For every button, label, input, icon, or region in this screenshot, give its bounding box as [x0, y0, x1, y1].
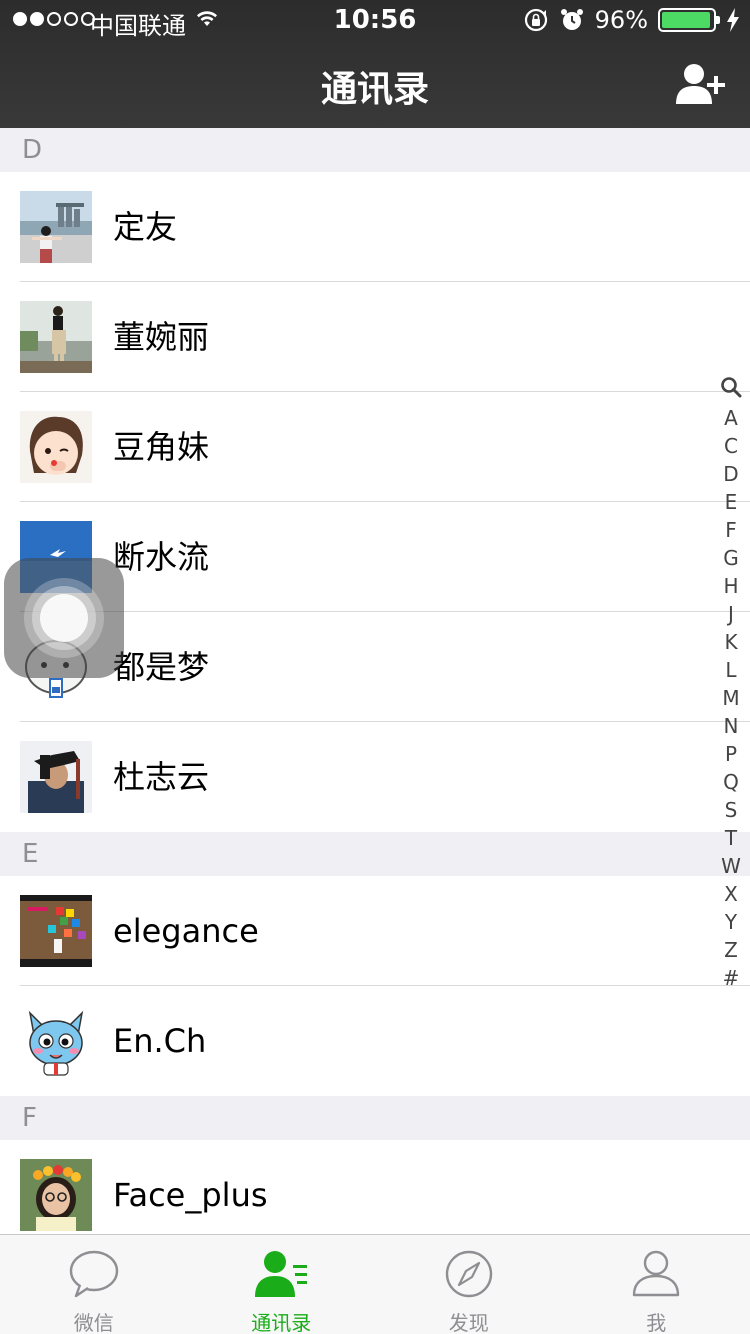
cartoon-girl-photo-icon — [20, 411, 92, 483]
index-letter[interactable]: Z — [718, 936, 744, 964]
contact-name: elegance — [113, 912, 259, 950]
contact-row[interactable]: 董婉丽 — [0, 282, 750, 392]
battery-level — [662, 12, 710, 28]
waterfront-photo-icon — [20, 191, 92, 263]
top-bar: 中国联通 10:56 96% 通讯录 — [0, 0, 750, 128]
contacts-icon — [255, 1251, 308, 1297]
charging-icon — [727, 8, 739, 32]
index-letter[interactable]: # — [718, 964, 744, 992]
contact-name: 断水流 — [113, 538, 210, 576]
rotation-lock-icon — [524, 8, 547, 32]
avatar — [20, 741, 92, 813]
chat-bubble-icon — [69, 1250, 118, 1298]
colorful-wall-photo-icon — [20, 895, 92, 967]
index-letter[interactable]: W — [718, 852, 744, 880]
contact-row[interactable]: Face_plus — [0, 1140, 750, 1234]
contact-row[interactable]: 豆角妹 — [0, 392, 750, 502]
contact-name: 定友 — [113, 208, 178, 246]
section-header: F — [0, 1096, 750, 1140]
index-letter[interactable]: K — [718, 628, 744, 656]
alphabet-index-bar[interactable]: A C D E F G H J K L M N P Q S T W X Y Z # — [718, 376, 744, 992]
profile-icon — [633, 1250, 680, 1297]
compass-icon — [445, 1250, 492, 1298]
section-header: D — [0, 128, 750, 172]
contact-name: Face_plus — [113, 1176, 268, 1214]
tab-bar: 微信 通讯录 发现 我 — [0, 1234, 750, 1334]
contact-row[interactable]: 定友 — [0, 172, 750, 282]
assistive-touch-ring — [40, 594, 88, 642]
battery-icon — [658, 8, 720, 32]
man-hat-photo-icon — [20, 741, 92, 813]
index-letter[interactable]: L — [718, 656, 744, 684]
tab-chats[interactable]: 微信 — [0, 1235, 188, 1334]
index-letter[interactable]: X — [718, 880, 744, 908]
tab-me[interactable]: 我 — [563, 1235, 750, 1334]
index-letter[interactable]: T — [718, 824, 744, 852]
index-letter[interactable]: P — [718, 740, 744, 768]
avatar — [20, 411, 92, 483]
avatar — [20, 1005, 92, 1077]
index-letter[interactable]: Q — [718, 768, 744, 796]
index-letter[interactable]: A — [718, 404, 744, 432]
alarm-icon — [560, 9, 583, 30]
add-contact-icon[interactable] — [676, 62, 728, 106]
tab-label: 我 — [646, 1311, 667, 1334]
index-letter[interactable]: F — [718, 516, 744, 544]
flower-crown-photo-icon — [20, 1159, 92, 1231]
tab-label: 微信 — [73, 1311, 114, 1334]
status-bar: 中国联通 10:56 96% — [0, 0, 750, 40]
cartoon-cat-icon — [20, 1005, 92, 1077]
tab-label: 发现 — [448, 1311, 489, 1334]
index-letter[interactable]: E — [718, 488, 744, 516]
index-letter[interactable]: Y — [718, 908, 744, 936]
woman-standing-photo-icon — [20, 301, 92, 373]
index-letter[interactable]: H — [718, 572, 744, 600]
index-letter[interactable]: D — [718, 460, 744, 488]
contact-row[interactable]: En.Ch — [0, 986, 750, 1096]
contact-name: 豆角妹 — [113, 428, 210, 466]
avatar — [20, 1159, 92, 1231]
search-icon[interactable] — [720, 376, 742, 398]
tab-contacts[interactable]: 通讯录 — [188, 1235, 376, 1334]
page-title: 通讯录 — [320, 69, 429, 110]
index-letter[interactable]: G — [718, 544, 744, 572]
assistive-touch-button[interactable] — [4, 558, 124, 678]
contact-name: En.Ch — [113, 1022, 207, 1060]
contact-name: 都是梦 — [113, 648, 210, 686]
contact-name: 杜志云 — [113, 758, 210, 796]
avatar — [20, 301, 92, 373]
avatar — [20, 191, 92, 263]
avatar — [20, 895, 92, 967]
section-header: E — [0, 832, 750, 876]
tab-label: 通讯录 — [251, 1311, 312, 1334]
battery-tip — [716, 16, 720, 24]
contact-row[interactable]: 杜志云 — [0, 722, 750, 832]
tab-discover[interactable]: 发现 — [375, 1235, 563, 1334]
index-letter[interactable]: N — [718, 712, 744, 740]
index-letter[interactable]: J — [718, 600, 744, 628]
contact-row[interactable]: elegance — [0, 876, 750, 986]
contact-list[interactable]: D 定友 董婉丽 豆角妹 断水流 都是梦 杜志云 E elegance En.C… — [0, 128, 750, 1234]
battery-percent: 96% — [594, 6, 648, 34]
index-letter[interactable]: M — [718, 684, 744, 712]
contact-name: 董婉丽 — [113, 318, 210, 356]
index-letter[interactable]: S — [718, 796, 744, 824]
index-letter[interactable]: C — [718, 432, 744, 460]
